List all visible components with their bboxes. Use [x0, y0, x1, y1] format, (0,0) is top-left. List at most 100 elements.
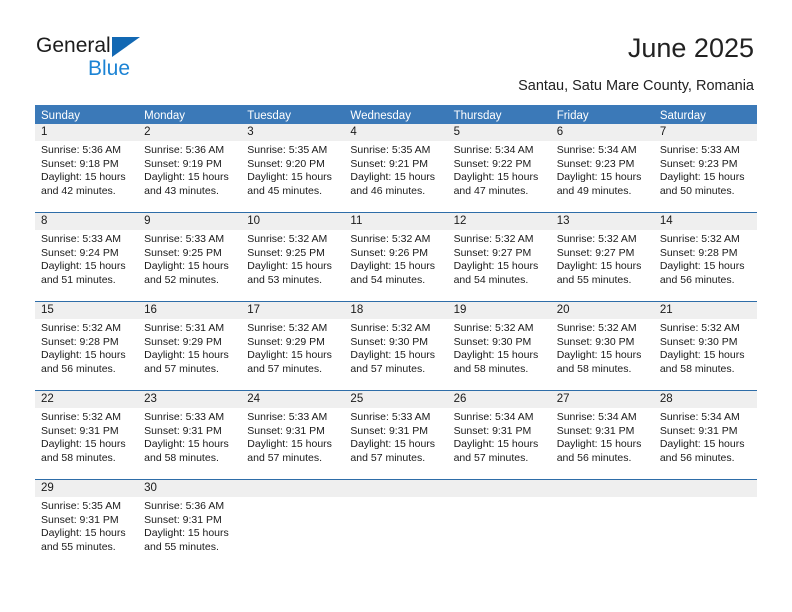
calendar-day-cell[interactable]: 21 Sunrise: 5:32 AM Sunset: 9:30 PM Dayligh… [653, 302, 757, 390]
weekday-header-wednesday: Wednesday [350, 110, 411, 122]
day-detail-line: Daylight: 15 hours [247, 260, 332, 273]
day-detail-line: Daylight: 15 hours [144, 349, 229, 362]
day-detail-line: Sunrise: 5:32 AM [556, 322, 637, 334]
calendar-day-cell-empty [653, 480, 757, 568]
calendar-day-cell[interactable]: 28 Sunrise: 5:34 AM Sunset: 9:31 PM Dayligh… [653, 391, 757, 479]
day-number: 1 [35, 124, 139, 141]
calendar-day-cell[interactable]: 11 Sunrise: 5:32 AM Sunset: 9:26 PM Dayligh… [344, 213, 448, 301]
day-details: Sunrise: 5:32 AM Sunset: 9:26 PM Daylight:… [344, 230, 447, 287]
day-detail-line: Sunrise: 5:35 AM [247, 144, 328, 156]
page-header: General Blue June 2025 Santau, Satu Mare… [0, 0, 792, 98]
day-number: 16 [138, 302, 242, 319]
calendar-day-cell[interactable]: 7 Sunrise: 5:33 AM Sunset: 9:23 PM Daylight… [653, 124, 757, 212]
day-detail-line: Sunrise: 5:32 AM [41, 322, 121, 334]
day-detail-line: Sunset: 9:30 PM [659, 335, 738, 348]
day-detail-line: and 58 minutes. [453, 362, 529, 375]
calendar-day-cell[interactable]: 17 Sunrise: 5:32 AM Sunset: 9:29 PM Dayligh… [241, 302, 345, 390]
calendar-day-cell-empty [344, 480, 448, 568]
day-detail-line: Daylight: 15 hours [659, 349, 745, 362]
day-number: 17 [241, 302, 345, 319]
calendar-day-cell[interactable]: 14 Sunrise: 5:32 AM Sunset: 9:28 PM Dayligh… [653, 213, 757, 301]
weekday-header-tuesday: Tuesday [247, 110, 291, 122]
calendar-day-cell[interactable]: 15 Sunrise: 5:32 AM Sunset: 9:28 PM Dayligh… [35, 302, 139, 390]
day-details: Sunrise: 5:33 AM Sunset: 9:25 PM Daylight:… [138, 230, 241, 287]
calendar-day-cell[interactable]: 27 Sunrise: 5:34 AM Sunset: 9:31 PM Dayligh… [550, 391, 654, 479]
day-detail-line: and 57 minutes. [144, 362, 219, 375]
day-detail-line: Daylight: 15 hours [556, 349, 642, 362]
day-detail-line: Sunrise: 5:36 AM [41, 144, 121, 156]
day-number: 8 [35, 213, 139, 230]
calendar-grid: Sunday Monday Tuesday Wednesday Thursday Frid… [35, 105, 757, 568]
calendar-day-cell[interactable]: 16 Sunrise: 5:31 AM Sunset: 9:29 PM Dayligh… [138, 302, 242, 390]
day-detail-line: Daylight: 15 hours [41, 349, 126, 362]
day-detail-line: and 58 minutes. [41, 451, 116, 464]
logo-text-general: General [36, 34, 111, 57]
day-detail-line: Daylight: 15 hours [144, 527, 229, 540]
day-number [344, 480, 448, 497]
day-detail-line: Sunrise: 5:34 AM [453, 144, 534, 156]
calendar-day-cell[interactable]: 6 Sunrise: 5:34 AM Sunset: 9:23 PM Daylight… [550, 124, 654, 212]
calendar-day-cell[interactable]: 30 Sunrise: 5:36 AM Sunset: 9:31 PM Dayligh… [138, 480, 242, 568]
day-number: 20 [550, 302, 654, 319]
day-detail-line: Daylight: 15 hours [41, 527, 126, 540]
day-number: 21 [653, 302, 757, 319]
calendar-day-cell[interactable]: 23 Sunrise: 5:33 AM Sunset: 9:31 PM Dayligh… [138, 391, 242, 479]
calendar-day-cell[interactable]: 3 Sunrise: 5:35 AM Sunset: 9:20 PM Daylight… [241, 124, 345, 212]
day-details: Sunrise: 5:32 AM Sunset: 9:30 PM Daylight:… [448, 319, 551, 376]
weekday-header-monday: Monday [144, 110, 186, 122]
day-detail-line: Sunset: 9:23 PM [659, 157, 738, 170]
day-detail-line: Sunset: 9:31 PM [350, 424, 429, 437]
calendar-day-cell[interactable]: 10 Sunrise: 5:32 AM Sunset: 9:25 PM Dayligh… [241, 213, 345, 301]
day-detail-line: and 56 minutes. [556, 451, 632, 464]
day-detail-line: Daylight: 15 hours [247, 349, 332, 362]
day-number: 23 [138, 391, 242, 408]
day-detail-line: Sunset: 9:27 PM [556, 246, 635, 259]
calendar-day-cell[interactable]: 18 Sunrise: 5:32 AM Sunset: 9:30 PM Dayligh… [344, 302, 448, 390]
calendar-day-cell[interactable]: 26 Sunrise: 5:34 AM Sunset: 9:31 PM Dayligh… [447, 391, 551, 479]
day-details [654, 497, 757, 500]
day-detail-line: Daylight: 15 hours [453, 260, 539, 273]
day-number: 30 [138, 480, 242, 497]
general-blue-logo[interactable]: General Blue [36, 34, 216, 84]
day-detail-line: and 56 minutes. [41, 362, 116, 375]
calendar-day-cell[interactable]: 8 Sunrise: 5:33 AM Sunset: 9:24 PM Daylight… [35, 213, 139, 301]
day-detail-line: Sunset: 9:27 PM [453, 246, 532, 259]
calendar-day-cell[interactable]: 19 Sunrise: 5:32 AM Sunset: 9:30 PM Dayligh… [447, 302, 551, 390]
day-detail-line: and 57 minutes. [350, 451, 426, 464]
calendar-day-cell[interactable]: 13 Sunrise: 5:32 AM Sunset: 9:27 PM Dayligh… [550, 213, 654, 301]
day-detail-line: Sunset: 9:21 PM [350, 157, 429, 170]
day-detail-line: Sunset: 9:31 PM [144, 513, 222, 526]
day-details: Sunrise: 5:32 AM Sunset: 9:27 PM Daylight:… [448, 230, 551, 287]
day-detail-line: Sunset: 9:25 PM [144, 246, 222, 259]
calendar-day-cell[interactable]: 29 Sunrise: 5:35 AM Sunset: 9:31 PM Dayligh… [35, 480, 139, 568]
day-detail-line: Sunrise: 5:32 AM [659, 233, 740, 245]
day-detail-line: Sunset: 9:31 PM [41, 424, 119, 437]
day-detail-line: Sunrise: 5:34 AM [556, 411, 637, 423]
day-detail-line: Sunset: 9:31 PM [247, 424, 325, 437]
calendar-day-cell[interactable]: 25 Sunrise: 5:33 AM Sunset: 9:31 PM Dayligh… [344, 391, 448, 479]
day-details: Sunrise: 5:32 AM Sunset: 9:27 PM Daylight:… [551, 230, 654, 287]
day-detail-line: Sunset: 9:28 PM [659, 246, 738, 259]
calendar-day-cell[interactable]: 20 Sunrise: 5:32 AM Sunset: 9:30 PM Dayligh… [550, 302, 654, 390]
calendar-day-cell[interactable]: 4 Sunrise: 5:35 AM Sunset: 9:21 PM Daylight… [344, 124, 448, 212]
day-details: Sunrise: 5:32 AM Sunset: 9:25 PM Daylight:… [241, 230, 344, 287]
calendar-day-cell[interactable]: 1 Sunrise: 5:36 AM Sunset: 9:18 PM Daylight… [35, 124, 139, 212]
day-detail-line: Sunset: 9:28 PM [41, 335, 119, 348]
day-detail-line: Sunrise: 5:33 AM [659, 144, 740, 156]
weekday-header-row: Sunday Monday Tuesday Wednesday Thursday Frid… [35, 105, 757, 124]
day-detail-line: and 46 minutes. [350, 184, 426, 197]
day-detail-line: Sunset: 9:18 PM [41, 157, 119, 170]
calendar-day-cell[interactable]: 9 Sunrise: 5:33 AM Sunset: 9:25 PM Daylight… [138, 213, 242, 301]
calendar-day-cell[interactable]: 12 Sunrise: 5:32 AM Sunset: 9:27 PM Dayligh… [447, 213, 551, 301]
day-detail-line: Sunset: 9:31 PM [453, 424, 532, 437]
calendar-day-cell[interactable]: 5 Sunrise: 5:34 AM Sunset: 9:22 PM Daylight… [447, 124, 551, 212]
day-number: 18 [344, 302, 448, 319]
day-detail-line: Sunset: 9:30 PM [556, 335, 635, 348]
calendar-day-cell[interactable]: 2 Sunrise: 5:36 AM Sunset: 9:19 PM Daylight… [138, 124, 242, 212]
calendar-day-cell[interactable]: 22 Sunrise: 5:32 AM Sunset: 9:31 PM Dayligh… [35, 391, 139, 479]
day-details: Sunrise: 5:32 AM Sunset: 9:30 PM Daylight:… [654, 319, 757, 376]
weekday-header-friday: Friday [556, 110, 589, 122]
day-details: Sunrise: 5:33 AM Sunset: 9:23 PM Daylight:… [654, 141, 757, 198]
day-details: Sunrise: 5:32 AM Sunset: 9:29 PM Daylight:… [241, 319, 344, 376]
calendar-day-cell[interactable]: 24 Sunrise: 5:33 AM Sunset: 9:31 PM Dayligh… [241, 391, 345, 479]
